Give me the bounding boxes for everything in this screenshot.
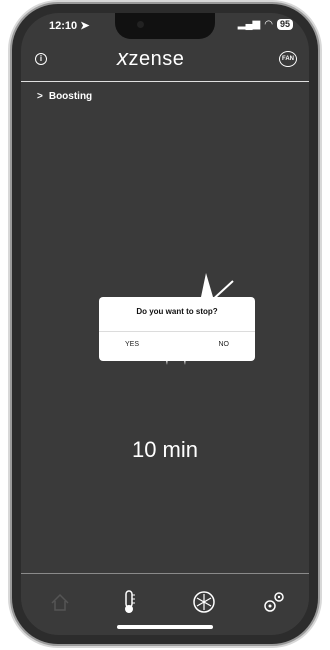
yes-button[interactable]: YES [125, 341, 139, 348]
fan-badge[interactable]: FAN [279, 51, 297, 67]
settings-gears-icon [264, 592, 284, 612]
notch [115, 13, 215, 39]
tab-fan[interactable] [189, 588, 219, 616]
status-right: ▂▄▆ ◠ 95 [238, 19, 293, 30]
tab-home[interactable] [45, 588, 75, 616]
xzense-logo: xzense [117, 45, 185, 70]
dialog-divider [99, 331, 255, 332]
signal-icon: ▂▄▆ [237, 19, 261, 30]
thermometer-icon [125, 590, 135, 613]
app-header: i xzense FAN [21, 39, 309, 82]
tab-settings[interactable] [259, 588, 289, 616]
chevron-right-icon: > [37, 91, 43, 102]
mode-label: Boosting [48, 91, 93, 102]
tab-temperature[interactable] [114, 588, 144, 616]
location-arrow-icon: ➤ [77, 20, 90, 32]
mode-row[interactable]: > Boosting [37, 91, 92, 102]
dialog-title: Do you want to stop? [136, 307, 218, 316]
stop-dialog: Do you want to stop? YES NO [99, 297, 255, 361]
status-time: 12:10 ➤ [49, 20, 90, 32]
app-screen: 12:10 ➤ ▂▄▆ ◠ 95 i xzense FAN > Boosting… [21, 13, 309, 635]
battery-indicator: 95 [276, 19, 293, 30]
home-icon [51, 593, 69, 611]
info-icon[interactable]: i [35, 53, 47, 65]
timer-display: 10 min [131, 437, 199, 462]
wifi-icon: ◠ [264, 19, 273, 30]
fan-icon [193, 591, 215, 613]
no-button[interactable]: NO [219, 341, 230, 348]
home-indicator[interactable] [117, 625, 213, 629]
